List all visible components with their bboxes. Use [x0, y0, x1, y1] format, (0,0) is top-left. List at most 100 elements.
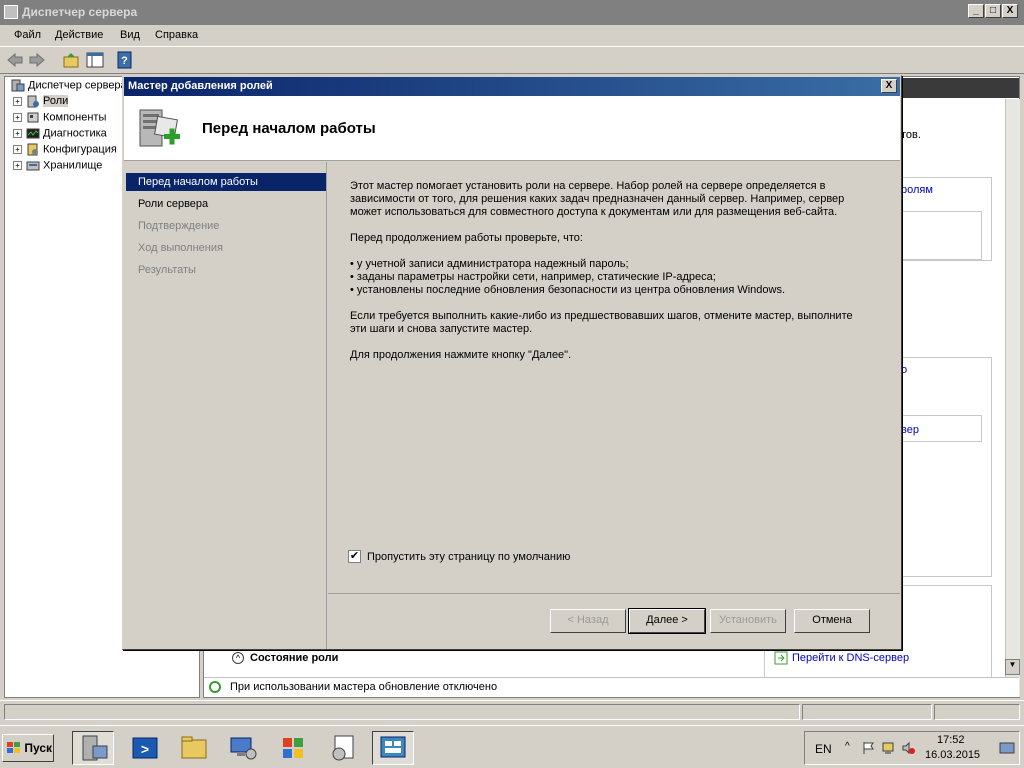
windows-flag-icon	[283, 738, 303, 758]
taskbar-network[interactable]	[222, 731, 264, 765]
tree-root[interactable]: Диспетчер сервера	[11, 79, 127, 95]
bullet-password: • у учетной записи администратора надежн…	[350, 258, 629, 270]
status-cell-1	[4, 704, 800, 720]
tree-label-diagnostics: Диагностика	[43, 127, 107, 140]
role-status-heading: Состояние роли	[250, 652, 339, 664]
toolbar: ?	[0, 46, 1024, 74]
taskbar-powershell[interactable]: >	[124, 731, 166, 765]
menu-action[interactable]: Действие	[55, 29, 103, 41]
tree-item-roles[interactable]: + Роли	[13, 95, 69, 111]
close-button[interactable]: X	[1002, 4, 1018, 18]
refresh-status-text: При использовании мастера обновление отк…	[230, 681, 498, 693]
bullet-updates: • установлены последние обновления безоп…	[350, 284, 786, 296]
cancel-button[interactable]: Отмена	[794, 609, 870, 633]
server-manager-icon	[4, 5, 18, 19]
nav-step-server-roles[interactable]: Роли сервера	[126, 195, 326, 213]
help-icon[interactable]: ?	[116, 51, 134, 69]
tree-item-diagnostics[interactable]: + Диагностика	[13, 127, 107, 143]
bullet-network: • заданы параметры настройки сети, напри…	[350, 271, 716, 283]
next-button[interactable]: Далее >	[628, 608, 706, 634]
scrollbar[interactable]	[1005, 99, 1020, 697]
main-titlebar: Диспетчер сервера _ □ X	[0, 0, 1024, 25]
dialog-titlebar: Мастер добавления ролей X	[124, 77, 900, 96]
nav-step-results: Результаты	[138, 264, 196, 276]
dns-link-icon	[774, 651, 788, 665]
menu-file[interactable]: Файл	[14, 29, 41, 41]
tree-label-roles: Роли	[43, 95, 69, 108]
maximize-button[interactable]: □	[985, 4, 1001, 18]
dialog-close-button[interactable]: X	[881, 79, 897, 93]
expand-icon[interactable]: +	[13, 145, 22, 154]
tree-item-configuration[interactable]: + Конфигурация	[13, 143, 117, 159]
language-indicator[interactable]: EN	[815, 742, 832, 756]
start-button[interactable]: Пуск	[2, 734, 54, 762]
storage-icon	[26, 161, 40, 171]
taskbar-server-manager[interactable]	[72, 731, 114, 765]
powershell-icon: >	[132, 737, 158, 759]
dialog-header: Перед началом работы	[124, 96, 900, 161]
dialog-body: Этот мастер помогает установить роли на …	[328, 162, 900, 592]
back-arrow-icon[interactable]	[6, 51, 24, 69]
menu-view[interactable]: Вид	[120, 29, 140, 41]
taskbar-explorer[interactable]	[173, 731, 215, 765]
skip-page-checkbox[interactable]: ✔	[348, 550, 361, 563]
back-button[interactable]: < Назад	[550, 609, 626, 633]
clock-time: 17:52	[937, 734, 965, 746]
bg-link-3[interactable]: вер	[901, 424, 919, 436]
expand-icon[interactable]: +	[13, 161, 22, 170]
tree-label-components: Компоненты	[43, 111, 107, 124]
tree-item-components[interactable]: + Компоненты	[13, 111, 106, 127]
flag-icon[interactable]	[861, 741, 875, 755]
scroll-down-arrow-icon[interactable]: ▼	[1005, 659, 1020, 675]
clock-date: 16.03.2015	[925, 749, 981, 761]
gear-icon	[332, 735, 354, 761]
forward-arrow-icon[interactable]	[28, 51, 46, 69]
windows-logo-icon	[7, 742, 20, 753]
refresh-icon	[209, 681, 221, 693]
intro-paragraph: Этот мастер помогает установить роли на …	[350, 180, 845, 218]
window-title: Диспетчер сервера	[22, 5, 138, 19]
show-desktop-icon[interactable]	[999, 741, 1015, 755]
skip-page-label: Пропустить эту страницу по умолчанию	[367, 551, 571, 563]
tree-label-configuration: Конфигурация	[43, 143, 117, 156]
expand-icon[interactable]: +	[13, 113, 22, 122]
wizard-steps-nav: Перед началом работы Роли сервера Подтве…	[124, 162, 327, 649]
install-button[interactable]: Установить	[710, 609, 786, 633]
tree-root-label: Диспетчер сервера	[28, 79, 127, 92]
taskbar-windows-update[interactable]	[272, 731, 314, 765]
taskbar-wizard[interactable]	[372, 731, 414, 765]
menu-help[interactable]: Справка	[155, 29, 198, 41]
tree-item-storage[interactable]: + Хранилище	[13, 159, 102, 175]
bg-link-1[interactable]: ролям	[901, 184, 933, 196]
status-cell-2	[802, 704, 932, 720]
expand-icon[interactable]: +	[13, 97, 22, 106]
up-folder-icon[interactable]	[62, 51, 80, 69]
menu-bar: Файл Действие Вид Справка	[0, 25, 1024, 46]
expand-icon[interactable]: +	[13, 129, 22, 138]
diagnostics-icon	[26, 128, 40, 139]
folder-icon	[181, 736, 207, 759]
minimize-button[interactable]: _	[968, 4, 984, 18]
nav-step-before-you-begin[interactable]: Перед началом работы	[126, 173, 326, 191]
taskbar-settings[interactable]	[322, 731, 364, 765]
svg-text:?: ?	[121, 55, 128, 67]
show-hide-tree-icon[interactable]	[86, 51, 104, 69]
collapse-icon[interactable]: ^	[232, 652, 244, 664]
roles-icon	[27, 95, 39, 108]
configuration-icon	[27, 143, 38, 156]
nav-step-progress: Ход выполнения	[138, 242, 223, 254]
network-icon	[230, 737, 257, 760]
status-bar	[0, 700, 1024, 722]
content-fragment-1: тов.	[901, 129, 921, 141]
taskbar: Пуск > EN ^ 17:52 16.03.2015	[0, 725, 1024, 768]
dialog-title: Мастер добавления ролей	[128, 80, 273, 92]
dns-server-link[interactable]: Перейти к DNS-сервер	[792, 652, 909, 664]
volume-muted-icon[interactable]	[901, 741, 915, 755]
continue-paragraph: Для продолжения нажмите кнопку "Далее".	[350, 349, 572, 361]
check-paragraph: Перед продолжением работы проверьте, что…	[350, 232, 583, 244]
svg-text:>: >	[141, 741, 149, 757]
network-tray-icon[interactable]	[881, 741, 895, 755]
tree-label-storage: Хранилище	[43, 159, 103, 172]
status-cell-3	[934, 704, 1020, 720]
show-hidden-icons-icon[interactable]: ^	[845, 741, 850, 752]
